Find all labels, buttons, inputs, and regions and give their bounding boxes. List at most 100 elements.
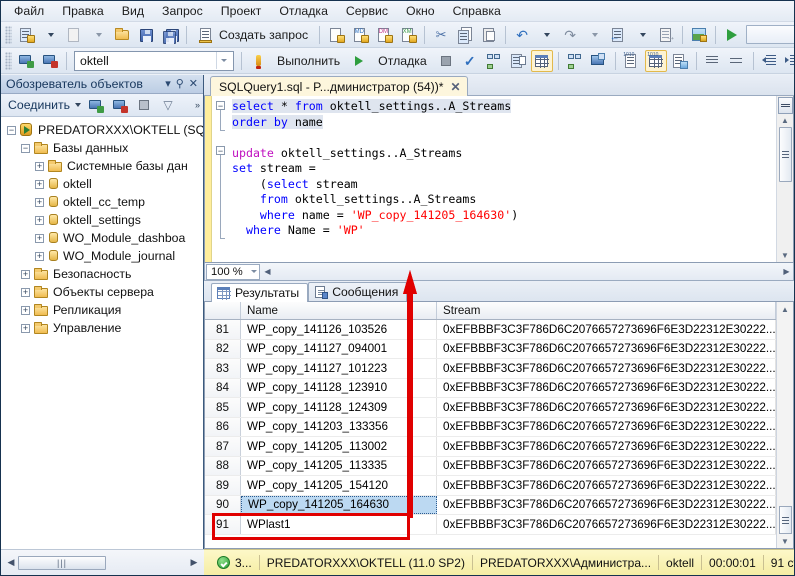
uncomment-icon[interactable] <box>726 50 748 72</box>
cell-name[interactable]: WP_copy_141205_164630 <box>241 496 437 515</box>
zoom-selector[interactable]: 100 % <box>206 264 260 280</box>
new-dmx-query-icon[interactable]: DM <box>373 24 395 46</box>
decrease-indent-icon[interactable] <box>759 50 781 72</box>
run-icon[interactable] <box>721 24 743 46</box>
column-header-rownum[interactable] <box>205 302 241 319</box>
cell-stream[interactable]: 0xEFBBBF3C3F786D6C2076657273696F6E3D2231… <box>437 398 776 417</box>
scroll-up-icon[interactable]: ▲ <box>781 302 789 316</box>
scroll-left-icon[interactable]: ◀ <box>4 557 18 568</box>
expand-icon[interactable]: + <box>21 324 30 333</box>
new-project-icon[interactable] <box>63 24 85 46</box>
scrollbar-thumb[interactable] <box>779 127 792 182</box>
cell-name[interactable]: WP_copy_141127_101223 <box>241 359 437 378</box>
tree-node[interactable]: +Безопасность <box>1 265 203 283</box>
cell-stream[interactable]: 0xEFBBBF3C3F786D6C2076657273696F6E3D2231… <box>437 340 776 359</box>
expand-icon[interactable]: + <box>35 180 44 189</box>
fold-toggle-icon[interactable]: − <box>216 101 225 110</box>
menu-item-debug[interactable]: Отладка <box>270 2 337 21</box>
results-to-text-icon[interactable]: 1010 <box>621 50 643 72</box>
collapse-icon[interactable]: − <box>7 126 16 135</box>
row-number[interactable]: 91 <box>205 515 241 534</box>
cell-name[interactable]: WP_copy_141205_113002 <box>241 437 437 456</box>
cell-stream[interactable]: 0xEFBBBF3C3F786D6C2076657273696F6E3D2231… <box>437 515 776 534</box>
scroll-down-icon[interactable]: ▼ <box>781 534 789 548</box>
results-to-grid-icon[interactable]: 1010 <box>645 50 667 72</box>
cell-stream[interactable]: 0xEFBBBF3C3F786D6C2076657273696F6E3D2231… <box>437 359 776 378</box>
expand-icon[interactable]: + <box>21 270 30 279</box>
results-vertical-scrollbar[interactable]: ▲ ▼ <box>776 302 793 548</box>
cell-stream[interactable]: 0xEFBBBF3C3F786D6C2076657273696F6E3D2231… <box>437 379 776 398</box>
save-icon[interactable] <box>135 24 157 46</box>
row-number[interactable]: 81 <box>205 320 241 339</box>
close-icon[interactable]: ✕ <box>189 79 198 90</box>
table-row[interactable]: 91WPlast10xEFBBBF3C3F786D6C2076657273696… <box>205 515 776 535</box>
table-row[interactable]: 85WP_copy_141128_1243090xEFBBBF3C3F786D6… <box>205 398 776 418</box>
cell-stream[interactable]: 0xEFBBBF3C3F786D6C2076657273696F6E3D2231… <box>437 437 776 456</box>
table-row[interactable]: 82WP_copy_141127_0940010xEFBBBF3C3F786D6… <box>205 340 776 360</box>
toolbar-combo-1[interactable] <box>746 25 794 44</box>
results-grid[interactable]: Name Stream 81WP_copy_141126_1035260xEFB… <box>204 301 794 549</box>
hscroll-right-icon[interactable]: ▶ <box>780 267 793 276</box>
debug-play-icon[interactable] <box>348 50 370 72</box>
menu-item-help[interactable]: Справка <box>444 2 510 21</box>
object-explorer-tree[interactable]: −PREDATORXXX\OKTELL (SQL−Базы данных+Сис… <box>1 117 203 549</box>
query-options-icon[interactable] <box>507 50 529 72</box>
redo-dropdown-icon[interactable] <box>583 24 605 46</box>
cell-stream[interactable]: 0xEFBBBF3C3F786D6C2076657273696F6E3D2231… <box>437 476 776 495</box>
hscroll-left-icon[interactable]: ◀ <box>261 267 274 276</box>
display-estimated-plan-icon[interactable] <box>483 50 505 72</box>
auto-hide-pin-icon[interactable]: ⚲ <box>176 79 184 90</box>
menu-item-window[interactable]: Окно <box>397 2 444 21</box>
close-icon[interactable]: ✕ <box>451 81 461 93</box>
row-number[interactable]: 86 <box>205 418 241 437</box>
expand-icon[interactable]: + <box>35 162 44 171</box>
undo-icon[interactable]: ↶ <box>511 24 533 46</box>
disconnect-icon[interactable] <box>109 94 131 116</box>
expand-icon[interactable]: + <box>35 198 44 207</box>
cell-name[interactable]: WP_copy_141128_124309 <box>241 398 437 417</box>
new-item-dropdown-icon[interactable] <box>39 24 61 46</box>
cell-name[interactable]: WP_copy_141127_094001 <box>241 340 437 359</box>
sql-code-text[interactable]: select * from oktell_settings..A_Streams… <box>232 96 776 262</box>
toolbar-grip[interactable] <box>5 26 12 44</box>
tree-node[interactable]: +oktell_settings <box>1 211 203 229</box>
table-row[interactable]: 81WP_copy_141126_1035260xEFBBBF3C3F786D6… <box>205 320 776 340</box>
row-number[interactable]: 82 <box>205 340 241 359</box>
sql-editor[interactable]: − − select * from oktell_settings..A_Str… <box>204 96 794 263</box>
table-row[interactable]: 84WP_copy_141128_1239100xEFBBBF3C3F786D6… <box>205 379 776 399</box>
cell-name[interactable]: WP_copy_141128_123910 <box>241 379 437 398</box>
results-to-file-icon[interactable] <box>669 50 691 72</box>
new-xmla-query-icon[interactable]: XM <box>397 24 419 46</box>
column-header-name[interactable]: Name <box>241 302 437 319</box>
include-client-statistics-icon[interactable] <box>588 50 610 72</box>
row-number[interactable]: 90 <box>205 496 241 515</box>
editor-vertical-scrollbar[interactable]: ▲ ▼ <box>776 96 793 262</box>
cut-icon[interactable]: ✂ <box>430 24 452 46</box>
row-number[interactable]: 83 <box>205 359 241 378</box>
paste-icon[interactable] <box>478 24 500 46</box>
comment-icon[interactable] <box>702 50 724 72</box>
tree-node[interactable]: +Системные базы дан <box>1 157 203 175</box>
filter-icon[interactable]: ▽ <box>157 94 179 116</box>
tab-sqlquery1[interactable]: SQLQuery1.sql - P...дминистратор (54))* … <box>210 76 468 96</box>
scroll-up-icon[interactable]: ▲ <box>781 114 789 127</box>
expand-icon[interactable]: + <box>35 234 44 243</box>
table-row[interactable]: 89WP_copy_141205_1541200xEFBBBF3C3F786D6… <box>205 476 776 496</box>
chevron-down-icon[interactable] <box>216 52 231 69</box>
cell-stream[interactable]: 0xEFBBBF3C3F786D6C2076657273696F6E3D2231… <box>437 496 776 515</box>
tab-messages[interactable]: Сообщения <box>308 282 407 301</box>
include-actual-plan-icon[interactable] <box>564 50 586 72</box>
tree-node[interactable]: +WO_Module_dashboa <box>1 229 203 247</box>
save-all-icon[interactable] <box>159 24 181 46</box>
table-row[interactable]: 90WP_copy_141205_1646300xEFBBBF3C3F786D6… <box>205 496 776 516</box>
navigate-backward-dropdown-icon[interactable] <box>631 24 653 46</box>
database-selector[interactable]: oktell <box>74 51 234 71</box>
scroll-right-icon[interactable]: ▶ <box>187 557 201 568</box>
cell-stream[interactable]: 0xEFBBBF3C3F786D6C2076657273696F6E3D2231… <box>437 457 776 476</box>
redo-icon[interactable]: ↷ <box>559 24 581 46</box>
menu-item-tools[interactable]: Сервис <box>337 2 397 21</box>
navigate-forward-icon[interactable]: → <box>655 24 677 46</box>
row-number[interactable]: 89 <box>205 476 241 495</box>
menu-item-edit[interactable]: Правка <box>53 2 113 21</box>
scrollbar-thumb[interactable]: ||| <box>18 556 106 570</box>
